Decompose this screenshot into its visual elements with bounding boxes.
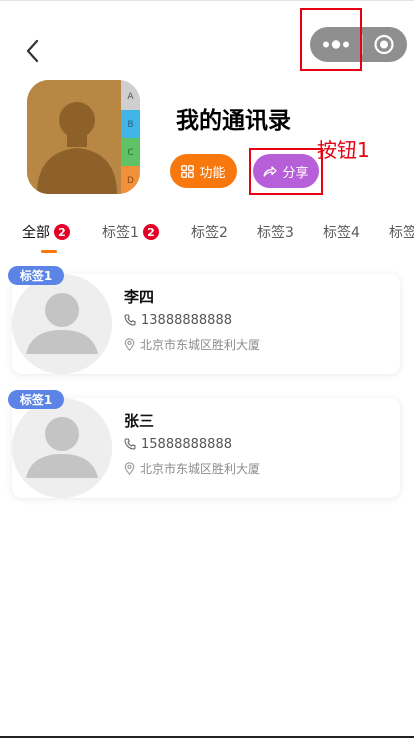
contact-tag-badge: 标签1 xyxy=(8,266,64,285)
function-button[interactable]: 功能 xyxy=(170,154,237,188)
address-book-icon: A B C D xyxy=(27,80,140,194)
phone-icon xyxy=(124,438,136,450)
tab-label: 标签1 xyxy=(102,225,139,241)
annotation-box-share xyxy=(249,148,323,195)
app-title: 我的通讯录 xyxy=(176,108,291,134)
tab-tag2[interactable]: 标签2 xyxy=(191,220,228,244)
contact-phone: 15888888888 xyxy=(141,436,232,452)
avatar-placeholder-icon xyxy=(12,274,112,374)
top-border xyxy=(0,0,414,1)
contact-address: 北京市东城区胜利大厦 xyxy=(140,461,261,476)
contact-card[interactable]: 张三 15888888888 北京市东城区胜利大厦 xyxy=(12,398,400,498)
tab-label: 标签4 xyxy=(323,225,360,241)
tab-badge: 2 xyxy=(142,224,159,240)
contact-phone-row[interactable]: 15888888888 xyxy=(124,435,232,453)
tab-label: 全部 xyxy=(22,225,50,241)
phone-icon xyxy=(124,314,136,326)
contact-address-row: 北京市东城区胜利大厦 xyxy=(124,335,260,353)
annotation-box-capsule xyxy=(300,8,362,71)
tab-label: 标签2 xyxy=(191,225,228,241)
index-tab-c: C xyxy=(127,148,133,158)
location-pin-icon xyxy=(124,337,135,351)
contact-phone-row[interactable]: 13888888888 xyxy=(124,311,232,329)
target-close-icon[interactable] xyxy=(363,27,407,62)
tab-tag1[interactable]: 标签1 2 xyxy=(102,220,159,244)
contact-address: 北京市东城区胜利大厦 xyxy=(140,337,261,352)
contact-tag-badge: 标签1 xyxy=(8,390,64,409)
grid-icon xyxy=(181,164,195,178)
tag-tabs: 全部 2 标签1 2 标签2 标签3 标签4 标签 xyxy=(0,220,414,244)
avatar-placeholder-icon xyxy=(12,398,112,498)
active-tab-indicator xyxy=(41,250,57,253)
index-tab-a: A xyxy=(127,92,134,102)
annotation-label: 按钮1 xyxy=(317,138,370,162)
index-tab-b: B xyxy=(127,120,133,130)
location-pin-icon xyxy=(124,461,135,475)
tab-tag3[interactable]: 标签3 xyxy=(257,220,294,244)
tab-label: 标签3 xyxy=(257,225,294,241)
tab-all[interactable]: 全部 2 xyxy=(22,220,70,244)
index-tab-d: D xyxy=(127,176,134,186)
contact-card[interactable]: 李四 13888888888 北京市东城区胜利大厦 xyxy=(12,274,400,374)
tab-tag4[interactable]: 标签4 xyxy=(323,220,360,244)
contact-name: 李四 xyxy=(124,288,155,306)
contact-address-row: 北京市东城区胜利大厦 xyxy=(124,459,260,477)
function-button-label: 功能 xyxy=(199,165,226,181)
contact-name: 张三 xyxy=(124,412,155,430)
contact-phone: 13888888888 xyxy=(141,312,232,328)
tab-label: 标签 xyxy=(389,225,414,241)
tab-tag5[interactable]: 标签 xyxy=(389,220,414,244)
back-chevron-icon[interactable] xyxy=(20,36,48,66)
tab-badge: 2 xyxy=(54,224,70,240)
